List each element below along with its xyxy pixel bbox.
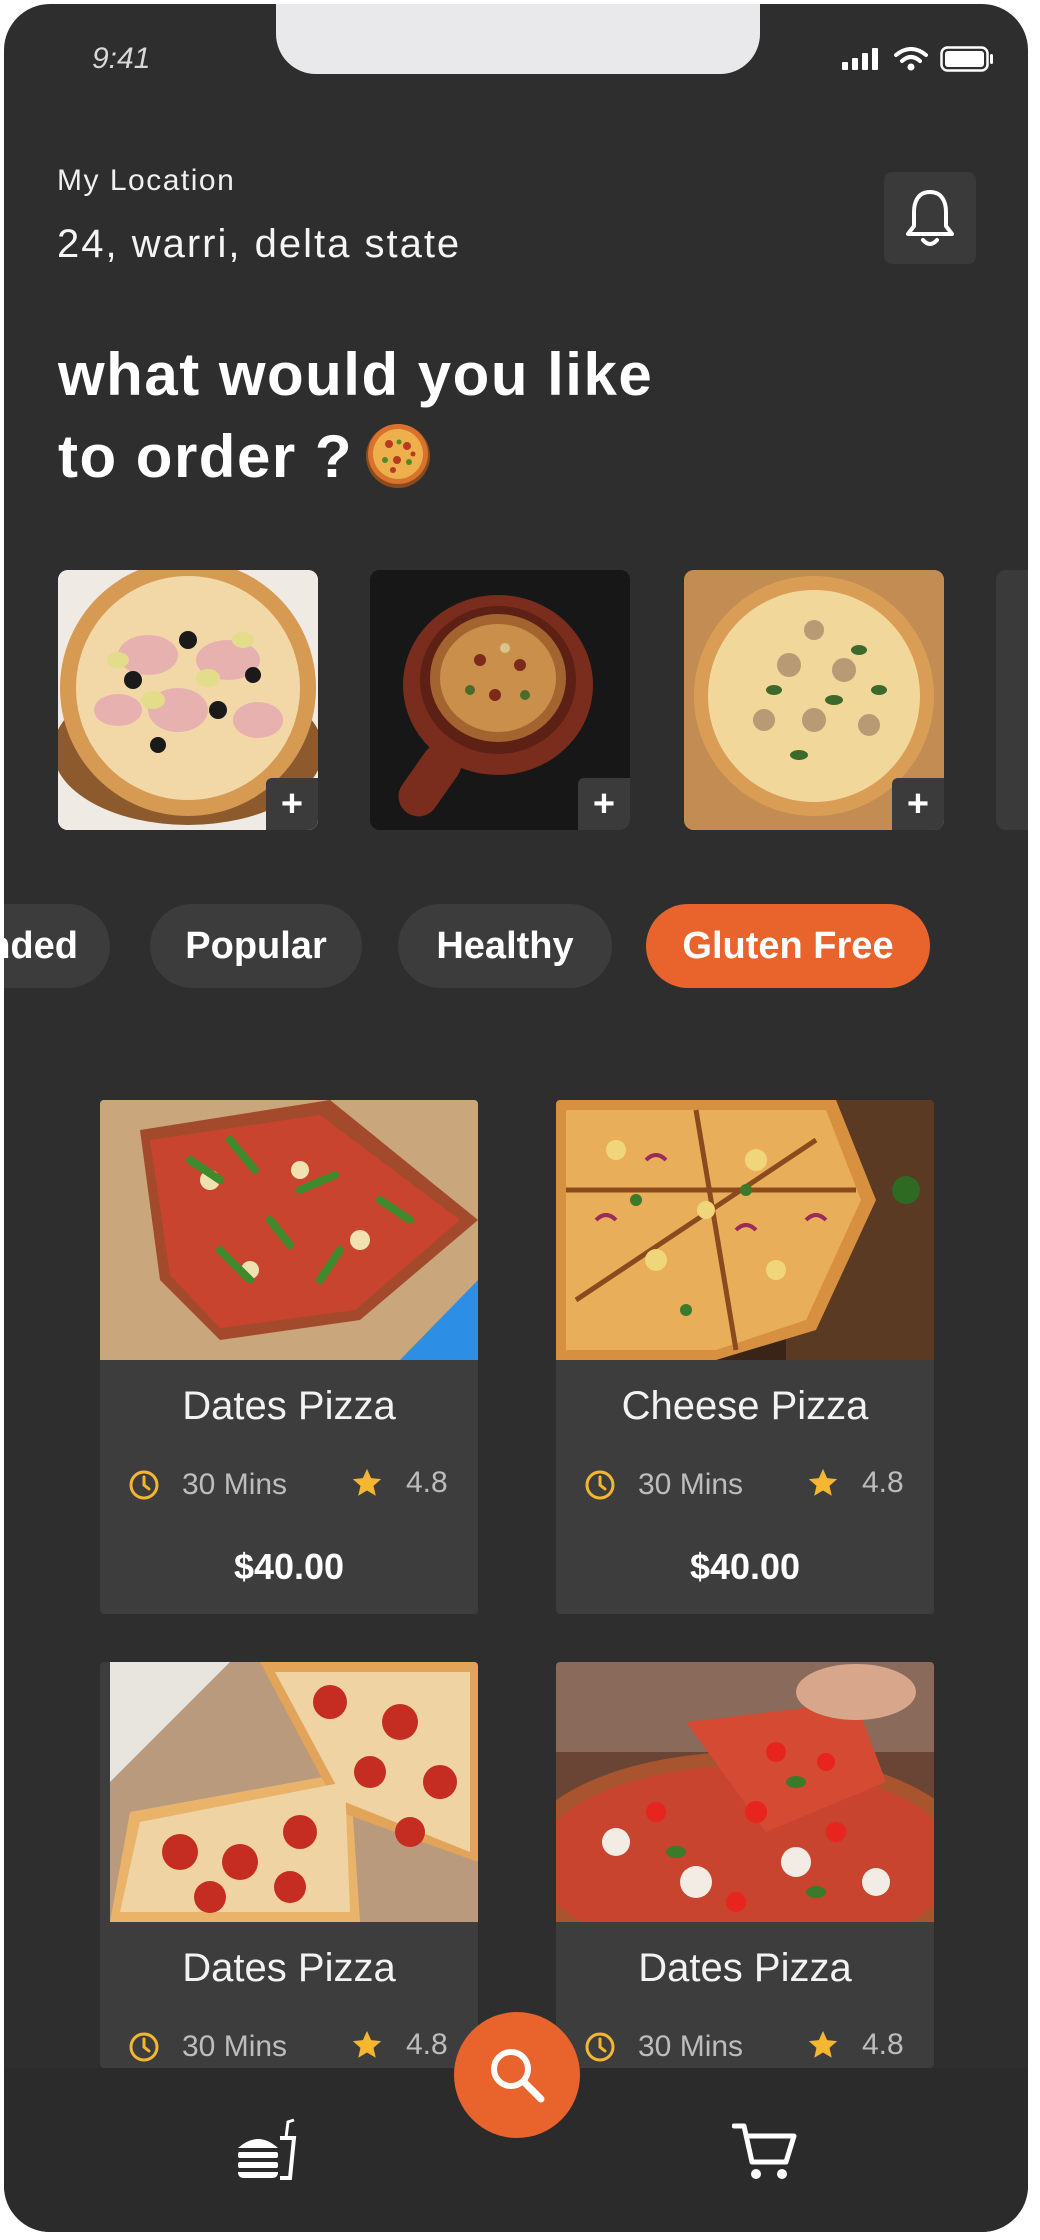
search-button[interactable] — [454, 2012, 580, 2138]
product-rating-text: 4.8 — [406, 2028, 448, 2061]
product-card-2[interactable]: Cheese Pizza 30 Mins 4.8 $40.00 — [556, 1100, 934, 1614]
product-image-2 — [556, 1100, 934, 1360]
product-rating-text: 4.8 — [406, 1466, 448, 1499]
cart-icon — [731, 2123, 797, 2179]
product-name: Dates Pizza — [182, 1946, 396, 1990]
product-card-4[interactable]: Dates Pizza 30 Mins 4.8 — [556, 1662, 934, 2068]
page-title-line-2-text: to order ? — [58, 423, 353, 490]
product-card-1[interactable]: Dates Pizza 30 Mins 4.8 $40.00 — [100, 1100, 478, 1614]
category-chip-1-label: nded — [4, 924, 78, 967]
tab-menu[interactable] — [234, 2118, 298, 2182]
category-chip-1[interactable]: nded — [4, 904, 110, 988]
product-rating-text: 4.8 — [862, 1466, 904, 1499]
notch — [276, 4, 760, 74]
clock-icon — [129, 1470, 159, 1500]
product-card-3[interactable]: Dates Pizza 30 Mins 4.8 — [100, 1662, 478, 2068]
burger-drink-icon — [238, 2118, 297, 2180]
product-rating: 4.8 — [350, 2028, 448, 2062]
category-chip-healthy[interactable]: Healthy — [398, 904, 612, 988]
category-chip-healthy-label: Healthy — [436, 924, 574, 967]
location-label: My Location — [57, 164, 236, 197]
clock-icon — [585, 1470, 615, 1500]
signal-icon — [842, 48, 878, 70]
search-icon — [491, 2049, 545, 2103]
product-price: $40.00 — [233, 1546, 345, 1587]
location-value[interactable]: 24, warri, delta state — [57, 222, 461, 267]
clock-icon — [129, 2032, 159, 2062]
add-featured-1-button[interactable]: + — [266, 778, 318, 830]
product-image-1 — [100, 1100, 478, 1360]
featured-item-2[interactable]: + — [370, 570, 630, 830]
product-image-3 — [110, 1662, 478, 1922]
category-chip-popular[interactable]: Popular — [150, 904, 362, 988]
page-title: what would you like to order ? — [58, 334, 653, 498]
product-name: Cheese Pizza — [621, 1384, 869, 1428]
product-time: 30 Mins — [584, 2030, 743, 2064]
bell-icon — [906, 190, 954, 246]
product-time-text: 30 Mins — [638, 1468, 744, 1501]
category-chip-popular-label: Popular — [185, 924, 327, 967]
featured-item-3[interactable]: + — [684, 570, 944, 830]
notifications-button[interactable] — [884, 172, 976, 264]
star-icon — [808, 1468, 838, 1496]
featured-item-1[interactable]: + — [58, 570, 318, 830]
product-time-text: 30 Mins — [182, 2030, 288, 2063]
status-time: 9:41 — [92, 42, 151, 75]
pizza-emoji-icon — [366, 424, 430, 489]
product-time: 30 Mins — [584, 1468, 743, 1502]
star-icon — [808, 2030, 838, 2058]
category-chip-gluten-free[interactable]: Gluten Free — [646, 904, 930, 988]
page-title-line-1: what would you like — [58, 341, 654, 408]
wifi-icon — [894, 47, 928, 71]
product-rating: 4.8 — [806, 1466, 904, 1500]
product-rating: 4.8 — [806, 2028, 904, 2062]
product-time-text: 30 Mins — [638, 2030, 744, 2063]
phone-screen: 9:41 My Location 24, warri, delta state … — [4, 4, 1028, 2232]
battery-icon — [940, 46, 993, 72]
product-time-text: 30 Mins — [182, 1468, 288, 1501]
product-rating: 4.8 — [350, 1466, 448, 1500]
star-icon — [352, 1468, 382, 1496]
product-rating-text: 4.8 — [862, 2028, 904, 2061]
product-price: $40.00 — [689, 1546, 801, 1587]
product-image-4 — [556, 1662, 934, 1922]
product-name: Dates Pizza — [638, 1946, 852, 1990]
product-time: 30 Mins — [128, 2030, 287, 2064]
star-icon — [352, 2030, 382, 2058]
clock-icon — [585, 2032, 615, 2062]
product-time: 30 Mins — [128, 1468, 287, 1502]
page-title-line-2: to order ? — [58, 416, 653, 498]
featured-item-4[interactable] — [996, 570, 1028, 830]
add-featured-3-button[interactable]: + — [892, 778, 944, 830]
product-name: Dates Pizza — [182, 1384, 396, 1428]
add-featured-2-button[interactable]: + — [578, 778, 630, 830]
category-chip-gluten-free-label: Gluten Free — [682, 924, 894, 967]
status-icons — [842, 46, 994, 72]
tab-cart[interactable] — [731, 2120, 798, 2184]
